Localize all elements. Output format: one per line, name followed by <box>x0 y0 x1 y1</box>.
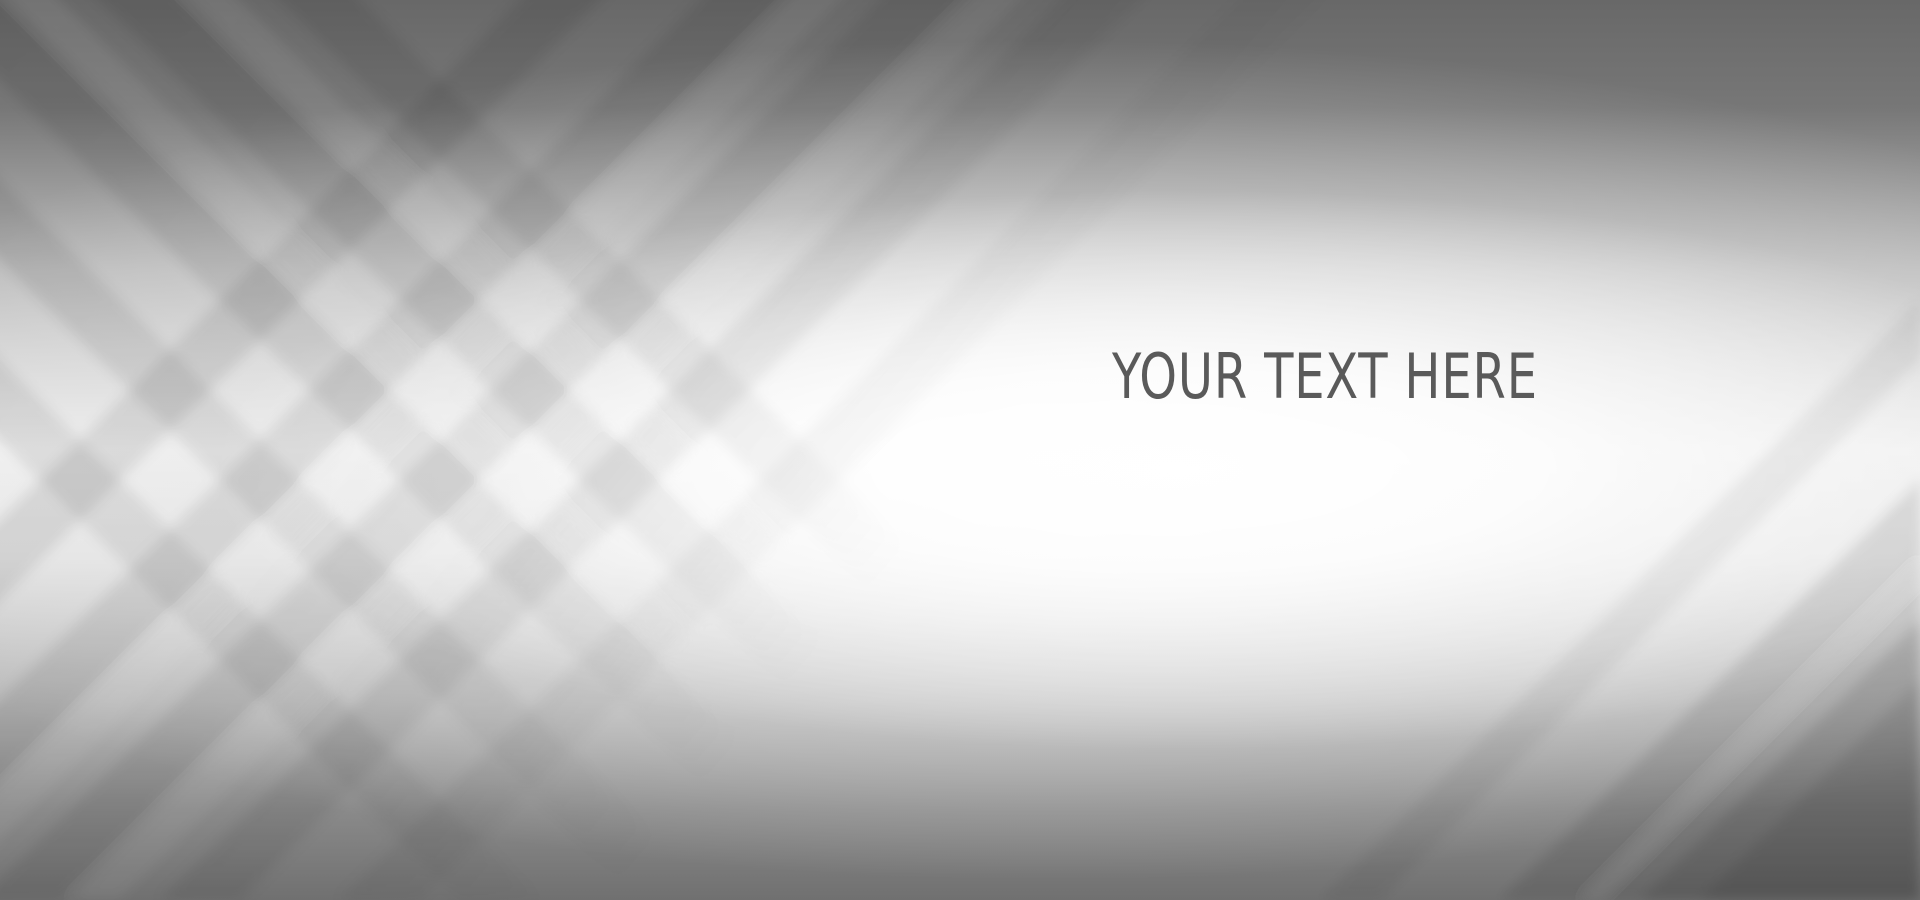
diagonal-stripe-pattern <box>0 0 1920 900</box>
background-banner: YOUR TEXT HERE <box>0 0 1920 900</box>
headline-text: YOUR TEXT HERE <box>1112 340 1538 413</box>
